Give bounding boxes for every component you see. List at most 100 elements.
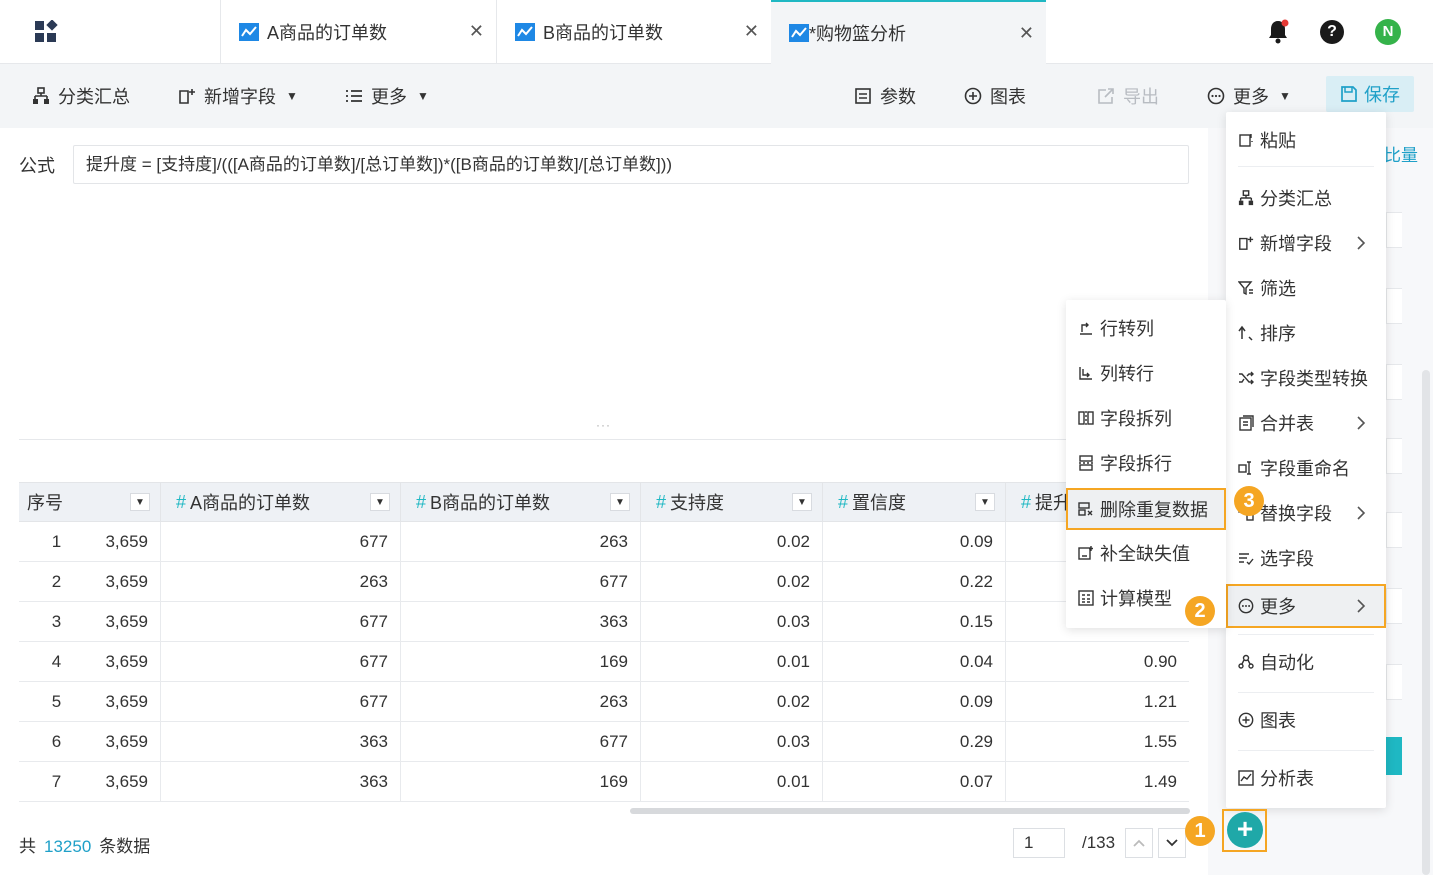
shuffle-icon bbox=[1239, 371, 1254, 385]
menu-item-more[interactable]: 更多 bbox=[1226, 584, 1386, 628]
menu-separator bbox=[1238, 692, 1374, 693]
menu-item-rename-field[interactable]: 字段重命名 bbox=[1226, 448, 1386, 488]
menu-item-chart[interactable]: 图表 bbox=[1226, 700, 1386, 740]
menu-item-select-field[interactable]: 选字段 bbox=[1226, 538, 1386, 578]
tab-bar: A商品的订单数 ✕ B商品的订单数 ✕ *购物篮分析 ✕ ? N bbox=[0, 0, 1433, 64]
prev-page-button[interactable] bbox=[1125, 828, 1153, 858]
step-badge-3: 3 bbox=[1234, 486, 1264, 516]
page-total: /133 bbox=[1082, 833, 1116, 852]
row-to-column-icon bbox=[1080, 322, 1092, 335]
menu-item-add-field[interactable]: 新增字段 bbox=[1226, 223, 1386, 263]
close-icon[interactable]: ✕ bbox=[744, 22, 759, 40]
dropdown-icon[interactable]: ▼ bbox=[130, 493, 150, 511]
menu-item-merge-table[interactable]: 合并表 bbox=[1226, 403, 1386, 443]
list-icon bbox=[346, 90, 362, 102]
right-panel-field[interactable] bbox=[1386, 512, 1402, 548]
right-panel-field[interactable] bbox=[1386, 588, 1402, 624]
column-header-b[interactable]: # B商品的订单数 ▼ bbox=[401, 483, 641, 521]
table-row[interactable]: 3 3,659 677 363 0.03 0.15 bbox=[19, 602, 1189, 642]
table-row[interactable]: 1 3,659 677 263 0.02 0.09 bbox=[19, 522, 1189, 562]
column-header-index[interactable]: 序号 ▼ bbox=[19, 483, 161, 521]
right-panel-link[interactable]: 比量 bbox=[1384, 141, 1418, 166]
menu-item-type-convert[interactable]: 字段类型转换 bbox=[1226, 358, 1386, 398]
more-submenu: 行转列 列转行 字段拆列 字段拆行 删除重复数据 补全缺失值 计算模型 bbox=[1066, 300, 1226, 628]
more-menu-button-left[interactable]: 更多 ▼ bbox=[345, 83, 429, 109]
fill-missing-icon bbox=[1078, 546, 1093, 560]
column-header-confidence[interactable]: # 置信度 ▼ bbox=[823, 483, 1006, 521]
caret-down-icon: ▼ bbox=[1279, 89, 1291, 103]
formula-input[interactable]: 提升度 = [支持度]/(([A商品的订单数]/[总订单数])*([B商品的订单… bbox=[73, 145, 1189, 184]
menu-separator bbox=[1238, 166, 1374, 167]
table-row[interactable]: 6 3,659 363 677 0.03 0.29 1.55 bbox=[19, 722, 1189, 762]
app-grid-icon[interactable] bbox=[34, 20, 58, 44]
menu-item-automation[interactable]: 自动化 bbox=[1226, 642, 1386, 682]
menu-item-paste[interactable]: 粘贴 bbox=[1226, 120, 1386, 160]
dropdown-icon[interactable]: ▼ bbox=[975, 493, 995, 511]
page-number-input[interactable]: 1 bbox=[1013, 828, 1065, 858]
avatar[interactable]: N bbox=[1375, 19, 1401, 45]
tab-b-orders[interactable]: B商品的订单数 ✕ bbox=[496, 0, 771, 64]
table-row[interactable]: 2 3,659 263 677 0.02 0.22 bbox=[19, 562, 1189, 602]
submenu-item-split-row[interactable]: 字段拆行 bbox=[1066, 443, 1226, 483]
right-panel-field[interactable] bbox=[1386, 438, 1402, 474]
tab-label: A商品的订单数 bbox=[267, 23, 388, 43]
right-panel-button[interactable] bbox=[1386, 737, 1402, 775]
export-button[interactable]: 导出 bbox=[1097, 83, 1159, 109]
tab-basket-analysis[interactable]: *购物篮分析 ✕ bbox=[771, 0, 1046, 64]
more-menu-button-right[interactable]: 更多 ▼ bbox=[1207, 83, 1291, 109]
column-header-support[interactable]: # 支持度 ▼ bbox=[641, 483, 823, 521]
next-page-button[interactable] bbox=[1158, 828, 1186, 858]
horizontal-scrollbar[interactable] bbox=[630, 808, 1190, 814]
submenu-item-col-to-row[interactable]: 列转行 bbox=[1066, 353, 1226, 393]
menu-item-filter[interactable]: 筛选 bbox=[1226, 268, 1386, 308]
add-operation-button[interactable]: + bbox=[1227, 812, 1263, 848]
table-header: 序号 ▼ # A商品的订单数 ▼ # B商品的订单数 ▼ # 支持度 ▼ # 置… bbox=[19, 482, 1189, 522]
close-icon[interactable]: ✕ bbox=[1019, 24, 1034, 42]
menu-item-analysis-table[interactable]: 分析表 bbox=[1226, 758, 1386, 798]
caret-down-icon: ▼ bbox=[417, 89, 429, 103]
table-row[interactable]: 4 3,659 677 169 0.01 0.04 0.90 bbox=[19, 642, 1189, 682]
right-panel-field[interactable] bbox=[1386, 364, 1402, 400]
dropdown-icon[interactable]: ▼ bbox=[370, 493, 390, 511]
plus-circle-icon bbox=[964, 87, 982, 105]
dropdown-icon[interactable]: ▼ bbox=[610, 493, 630, 511]
number-type-icon: # bbox=[838, 491, 849, 512]
add-field-icon bbox=[1239, 236, 1254, 250]
save-button[interactable]: 保存 bbox=[1326, 76, 1414, 112]
right-panel-field[interactable] bbox=[1386, 288, 1402, 324]
resize-handle[interactable]: ··· bbox=[596, 418, 611, 432]
table-row[interactable]: 7 3,659 363 169 0.01 0.07 1.49 bbox=[19, 762, 1189, 802]
table-row[interactable]: 5 3,659 677 263 0.02 0.09 1.21 bbox=[19, 682, 1189, 722]
submenu-item-fill-missing[interactable]: 补全缺失值 bbox=[1066, 533, 1226, 573]
tab-label: B商品的订单数 bbox=[543, 23, 664, 43]
plus-circle-icon bbox=[1238, 712, 1254, 728]
paste-icon bbox=[1239, 134, 1253, 147]
split-column-icon bbox=[1078, 411, 1094, 425]
chevron-down-icon bbox=[1166, 839, 1178, 847]
params-button[interactable]: 参数 bbox=[854, 83, 916, 109]
menu-item-group-summary[interactable]: 分类汇总 bbox=[1226, 178, 1386, 218]
submenu-item-row-to-col[interactable]: 行转列 bbox=[1066, 308, 1226, 348]
tab-a-orders[interactable]: A商品的订单数 ✕ bbox=[220, 0, 496, 64]
column-header-a[interactable]: # A商品的订单数 ▼ bbox=[161, 483, 401, 521]
right-panel-field[interactable] bbox=[1386, 212, 1402, 248]
chevron-right-icon bbox=[1357, 506, 1366, 520]
menu-item-sort[interactable]: 排序 bbox=[1226, 313, 1386, 353]
group-summary-button[interactable]: 分类汇总 bbox=[32, 83, 130, 109]
chart-button[interactable]: 图表 bbox=[964, 83, 1026, 109]
dropdown-icon[interactable]: ▼ bbox=[792, 493, 812, 511]
rename-icon bbox=[1238, 461, 1251, 475]
help-icon[interactable]: ? bbox=[1320, 20, 1344, 44]
right-panel-field[interactable] bbox=[1386, 664, 1402, 700]
chevron-right-icon bbox=[1357, 416, 1366, 430]
submenu-item-split-column[interactable]: 字段拆列 bbox=[1066, 398, 1226, 438]
add-field-button[interactable]: 新增字段 ▼ bbox=[178, 83, 298, 109]
vertical-scrollbar[interactable] bbox=[1422, 370, 1430, 875]
chevron-right-icon bbox=[1357, 236, 1366, 250]
caret-down-icon: ▼ bbox=[286, 89, 298, 103]
close-icon[interactable]: ✕ bbox=[469, 22, 484, 40]
bell-icon[interactable] bbox=[1266, 18, 1290, 44]
number-type-icon: # bbox=[1021, 491, 1032, 512]
submenu-item-remove-duplicates[interactable]: 删除重复数据 bbox=[1066, 488, 1226, 530]
hierarchy-icon bbox=[33, 87, 49, 104]
